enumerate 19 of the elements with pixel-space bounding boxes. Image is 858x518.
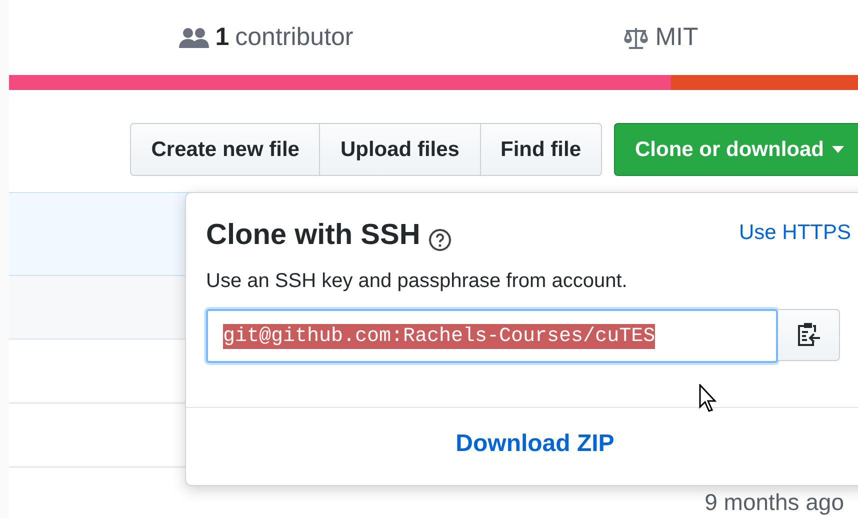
contributor-label[interactable]: contributor xyxy=(235,23,354,52)
use-https-link[interactable]: Use HTTPS xyxy=(738,221,851,245)
license-link[interactable]: MIT xyxy=(655,23,698,52)
help-icon[interactable] xyxy=(428,228,452,252)
people-icon xyxy=(179,26,210,48)
toolbar-button[interactable]: Upload files xyxy=(319,123,480,176)
toolbar-button[interactable]: Create new file xyxy=(130,123,320,176)
clone-url-field[interactable]: git@github.com:Rachels-Courses/cuTES xyxy=(206,309,778,363)
caret-icon xyxy=(832,146,844,153)
contributor-count[interactable]: 1 xyxy=(215,23,230,52)
file-age: 9 months ago xyxy=(704,490,845,514)
clipboard-icon xyxy=(796,322,820,348)
popover-title: Clone with SSH xyxy=(206,219,420,252)
download-zip-link[interactable]: Download ZIP xyxy=(456,430,614,458)
popover-description: Use an SSH key and passphrase from account. xyxy=(206,270,628,293)
toolbar-button[interactable]: Find file xyxy=(480,123,602,176)
copy-button[interactable] xyxy=(778,309,840,361)
mouse-cursor-icon xyxy=(699,384,717,412)
scale-icon xyxy=(623,26,650,50)
